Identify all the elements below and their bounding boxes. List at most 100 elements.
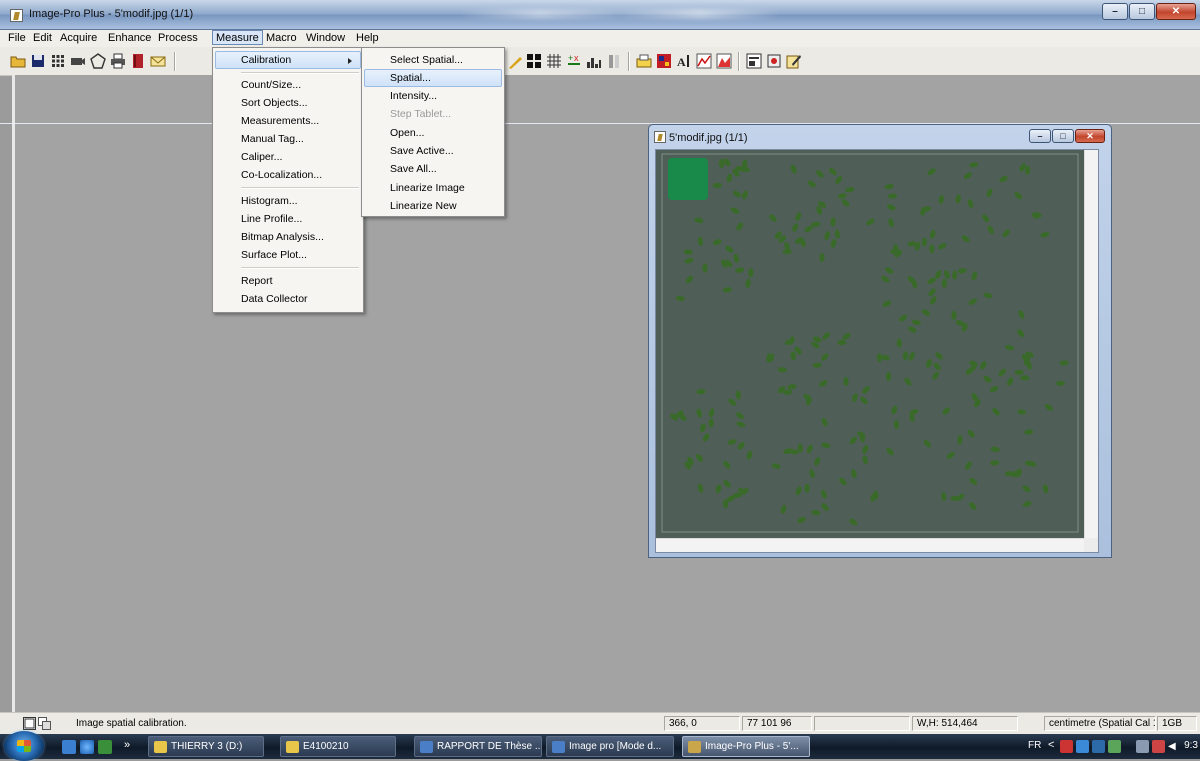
open-folder-icon[interactable] <box>10 53 26 69</box>
start-button[interactable] <box>4 731 44 761</box>
vertical-scrollbar[interactable] <box>1084 150 1098 538</box>
text-tool-icon[interactable]: A <box>676 53 692 69</box>
line-chart-icon[interactable] <box>696 53 712 69</box>
measure-menu: Calibration Count/Size... Sort Objects..… <box>212 47 364 313</box>
save-icon[interactable] <box>30 53 46 69</box>
window-layout-icon[interactable] <box>23 717 36 730</box>
menu-item-bitmap-analysis[interactable]: Bitmap Analysis... <box>215 228 361 246</box>
menu-item-count-size[interactable]: Count/Size... <box>215 76 361 94</box>
maximize-button[interactable]: □ <box>1129 3 1155 20</box>
envelope-icon[interactable] <box>150 53 166 69</box>
resize-grip[interactable] <box>1084 538 1098 552</box>
menu-item-label: Calibration <box>241 54 292 66</box>
image-close-button[interactable]: ✕ <box>1075 129 1105 143</box>
calibration-submenu: Select Spatial... Spatial... Intensity..… <box>361 47 505 217</box>
edit-note-icon[interactable] <box>786 53 802 69</box>
menu-item-save-active[interactable]: Save Active... <box>364 142 502 160</box>
language-indicator[interactable]: FR <box>1028 740 1041 751</box>
image-minimize-button[interactable]: – <box>1029 129 1051 143</box>
cascade-icon[interactable] <box>38 717 51 730</box>
tray-expand-icon[interactable]: < <box>1048 739 1054 751</box>
book-icon[interactable] <box>130 53 146 69</box>
tray-network-icon[interactable] <box>1076 740 1089 753</box>
image-maximize-button[interactable]: □ <box>1052 129 1074 143</box>
show-desktop-icon[interactable] <box>62 740 76 754</box>
script-icon[interactable] <box>766 53 782 69</box>
task-image-pro-doc[interactable]: Image pro [Mode d... <box>546 736 674 757</box>
menu-enhance[interactable]: Enhance <box>106 32 153 44</box>
tray-antivirus-icon[interactable] <box>1060 740 1073 753</box>
task-image-pro-plus[interactable]: Image-Pro Plus - 5'... <box>682 736 810 757</box>
dialog-icon[interactable] <box>746 53 762 69</box>
menu-item-histogram[interactable]: Histogram... <box>215 192 361 210</box>
menu-item-linearize-new[interactable]: Linearize New <box>364 197 502 215</box>
menu-item-select-spatial[interactable]: Select Spatial... <box>364 51 502 69</box>
menu-help[interactable]: Help <box>354 32 381 44</box>
menu-item-spatial[interactable]: Spatial... <box>364 69 502 87</box>
menu-window[interactable]: Window <box>304 32 347 44</box>
svg-text:x: x <box>574 53 579 63</box>
submenu-arrow-icon <box>348 58 352 64</box>
image-client-area <box>655 149 1099 553</box>
folder-icon <box>154 741 167 753</box>
status-bar: Image spatial calibration. 366, 0 77 101… <box>0 712 1200 735</box>
menu-measure[interactable]: Measure <box>212 30 263 45</box>
menu-item-report[interactable]: Report <box>215 272 361 290</box>
tray-bluetooth-icon[interactable] <box>1092 740 1105 753</box>
menu-edit[interactable]: Edit <box>31 32 54 44</box>
green-marker-square <box>668 158 708 200</box>
hatch-grid-icon[interactable] <box>546 53 562 69</box>
blurred-background-title <box>460 9 780 19</box>
menu-item-intensity[interactable]: Intensity... <box>364 87 502 105</box>
task-thierry-drive[interactable]: THIERRY 3 (D:) <box>148 736 264 757</box>
menu-item-measurements[interactable]: Measurements... <box>215 112 361 130</box>
menu-item-linearize-image[interactable]: Linearize Image <box>364 179 502 197</box>
menu-item-line-profile[interactable]: Line Profile... <box>215 210 361 228</box>
menu-item-calibration[interactable]: Calibration <box>215 51 361 69</box>
menu-item-data-collector[interactable]: Data Collector <box>215 290 361 308</box>
seed-photo[interactable] <box>656 150 1084 538</box>
lasso-icon[interactable] <box>90 53 106 69</box>
menu-item-surface-plot[interactable]: Surface Plot... <box>215 246 361 264</box>
app-icon[interactable] <box>10 9 23 22</box>
volume-icon[interactable]: ◀ <box>1168 740 1181 753</box>
tray-alert-icon[interactable] <box>1152 740 1165 753</box>
mountain-chart-icon[interactable] <box>716 53 732 69</box>
print-icon[interactable] <box>110 53 126 69</box>
minimize-button[interactable]: – <box>1102 3 1128 20</box>
word-document-icon <box>420 741 433 753</box>
menu-item-manual-tag[interactable]: Manual Tag... <box>215 130 361 148</box>
task-e4100210[interactable]: E4100210 <box>280 736 396 757</box>
menu-item-step-tablet[interactable]: Step Tablet... <box>364 105 502 123</box>
menu-process[interactable]: Process <box>156 32 200 44</box>
task-rapport-these[interactable]: RAPPORT DE Thèse ... <box>414 736 542 757</box>
menu-item-save-all[interactable]: Save All... <box>364 160 502 178</box>
quad-view-icon[interactable] <box>526 53 542 69</box>
quicklaunch-more-icon[interactable]: » <box>124 739 130 751</box>
layer-icon[interactable] <box>636 53 652 69</box>
wand-icon[interactable] <box>508 53 524 69</box>
column-icon[interactable] <box>606 53 622 69</box>
menu-acquire[interactable]: Acquire <box>58 32 99 44</box>
menu-item-sort-objects[interactable]: Sort Objects... <box>215 94 361 112</box>
image-window-icon[interactable] <box>654 131 666 143</box>
colormap-icon[interactable] <box>656 53 672 69</box>
image-window[interactable]: 5'modif.jpg (1/1) – □ ✕ <box>648 124 1112 558</box>
plus-minus-icon[interactable]: + x <box>566 53 582 69</box>
menu-item-co-localization[interactable]: Co-Localization... <box>215 166 361 184</box>
menu-file[interactable]: File <box>6 32 28 44</box>
horizontal-scrollbar[interactable] <box>656 538 1084 552</box>
seed <box>952 270 958 280</box>
menu-item-open[interactable]: Open... <box>364 124 502 142</box>
tray-connection-icon[interactable] <box>1136 740 1149 753</box>
menu-macro[interactable]: Macro <box>264 32 299 44</box>
tray-update-icon[interactable] <box>1108 740 1121 753</box>
media-icon[interactable] <box>98 740 112 754</box>
grid-icon[interactable] <box>50 53 66 69</box>
menu-item-caliper[interactable]: Caliper... <box>215 148 361 166</box>
internet-explorer-icon[interactable] <box>80 740 94 754</box>
camera-icon[interactable] <box>70 53 86 69</box>
close-button[interactable]: ✕ <box>1156 3 1196 20</box>
app-title-bar[interactable]: Image-Pro Plus - 5'modif.jpg (1/1) – □ ✕ <box>0 0 1200 30</box>
histogram-bars-icon[interactable] <box>586 53 602 69</box>
